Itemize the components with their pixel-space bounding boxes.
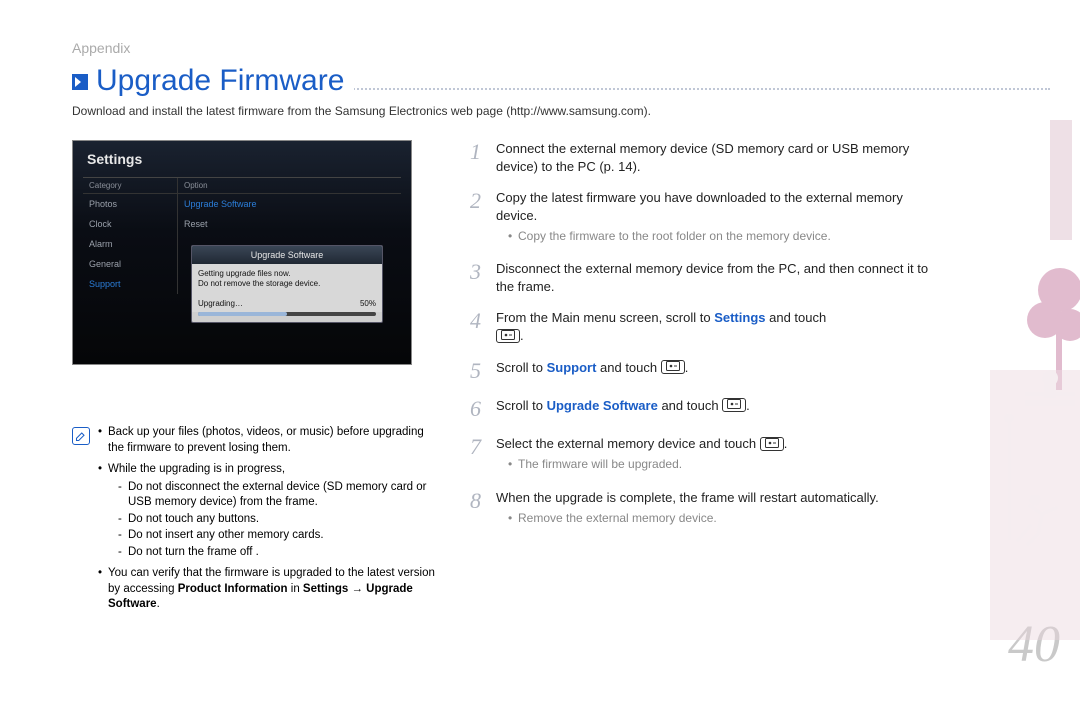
step-1: 1 Connect the external memory device (SD…	[470, 140, 930, 175]
step-2-number: 2	[470, 189, 484, 246]
step-2-text: Copy the latest firmware you have downlo…	[496, 190, 903, 223]
note-2d: Do not turn the frame off .	[118, 545, 442, 561]
step-2: 2 Copy the latest firmware you have down…	[470, 189, 930, 246]
step-6: 6 Scroll to Upgrade Software and touch .	[470, 397, 930, 421]
page-number: 40	[1008, 615, 1060, 674]
section-label: Appendix	[72, 40, 1020, 56]
note-pencil-icon	[72, 427, 90, 445]
step-8: 8 When the upgrade is complete, the fram…	[470, 489, 930, 529]
step-3-body: Disconnect the external memory device fr…	[496, 260, 930, 295]
page-title: Upgrade Firmware	[96, 64, 354, 98]
step-4: 4 From the Main menu screen, scroll to S…	[470, 309, 930, 344]
screenshot-popup-header: Upgrade Software	[192, 246, 382, 264]
step-6c: and touch	[658, 398, 722, 413]
step-4b: Settings	[714, 310, 765, 325]
screenshot-popup: Upgrade Software Getting upgrade files n…	[191, 245, 383, 323]
arrow-right-square-icon	[72, 74, 88, 90]
screenshot-cat-general: General	[83, 254, 177, 274]
step-3: 3 Disconnect the external memory device …	[470, 260, 930, 295]
note-3c: in	[288, 583, 303, 595]
note-2a: Do not disconnect the external device (S…	[118, 480, 442, 511]
step-5a: Scroll to	[496, 360, 547, 375]
step-6-number: 6	[470, 397, 484, 421]
step-7-text: Select the external memory device and to…	[496, 436, 760, 451]
heading-row: Upgrade Firmware	[72, 64, 1020, 98]
note-item-3: You can verify that the firmware is upgr…	[98, 566, 442, 613]
note-item-1: Back up your files (photos, videos, or m…	[98, 425, 442, 456]
screenshot-cat-support: Support	[83, 274, 177, 294]
screenshot-popup-line2: Do not remove the storage device.	[198, 279, 376, 289]
step-8a: Remove the external memory device.	[508, 510, 930, 526]
step-1-body: Connect the external memory device (SD m…	[496, 140, 930, 175]
step-3-number: 3	[470, 260, 484, 295]
screenshot-title: Settings	[87, 151, 401, 167]
settings-screenshot: Settings Category Photos Clock Alarm Gen…	[72, 140, 412, 365]
note-3b: Product Information	[178, 583, 288, 595]
screenshot-cat-photos: Photos	[83, 194, 177, 214]
step-5: 5 Scroll to Support and touch .	[470, 359, 930, 383]
step-5c: and touch	[596, 360, 660, 375]
step-1-number: 1	[470, 140, 484, 175]
screenshot-opt-reset: Reset	[178, 214, 401, 234]
screenshot-progress-label: Upgrading…	[198, 299, 243, 308]
screenshot-cat-alarm: Alarm	[83, 234, 177, 254]
screenshot-popup-line1: Getting upgrade files now.	[198, 269, 376, 279]
note-block: Back up your files (photos, videos, or m…	[72, 425, 442, 619]
screenshot-cat-clock: Clock	[83, 214, 177, 234]
step-6a: Scroll to	[496, 398, 547, 413]
note-2c: Do not insert any other memory cards.	[118, 528, 442, 544]
step-8-number: 8	[470, 489, 484, 529]
note-2-text: While the upgrading is in progress,	[108, 463, 285, 475]
enter-button-icon	[760, 437, 784, 451]
note-3e: .	[157, 598, 160, 610]
step-6b: Upgrade Software	[547, 398, 658, 413]
enter-button-icon	[496, 329, 520, 343]
note-item-2: While the upgrading is in progress, Do n…	[98, 462, 442, 560]
screenshot-category-header: Category	[83, 178, 177, 194]
screenshot-progress-bar	[198, 312, 376, 316]
enter-button-icon	[722, 398, 746, 412]
screenshot-opt-upgrade: Upgrade Software	[178, 194, 401, 214]
step-4a: From the Main menu screen, scroll to	[496, 310, 714, 325]
step-2a: Copy the firmware to the root folder on …	[508, 228, 930, 244]
step-7: 7 Select the external memory device and …	[470, 435, 930, 475]
step-5-number: 5	[470, 359, 484, 383]
step-7-number: 7	[470, 435, 484, 475]
step-8-text: When the upgrade is complete, the frame …	[496, 490, 879, 505]
step-4-number: 4	[470, 309, 484, 344]
enter-button-icon	[661, 360, 685, 374]
note-2b: Do not touch any buttons.	[118, 512, 442, 528]
screenshot-option-header: Option	[178, 178, 401, 194]
intro-text: Download and install the latest firmware…	[72, 104, 1020, 118]
step-7a: The firmware will be upgraded.	[508, 456, 930, 472]
step-5b: Support	[547, 360, 597, 375]
screenshot-progress-value: 50%	[360, 299, 376, 308]
step-4c: and touch	[766, 310, 827, 325]
